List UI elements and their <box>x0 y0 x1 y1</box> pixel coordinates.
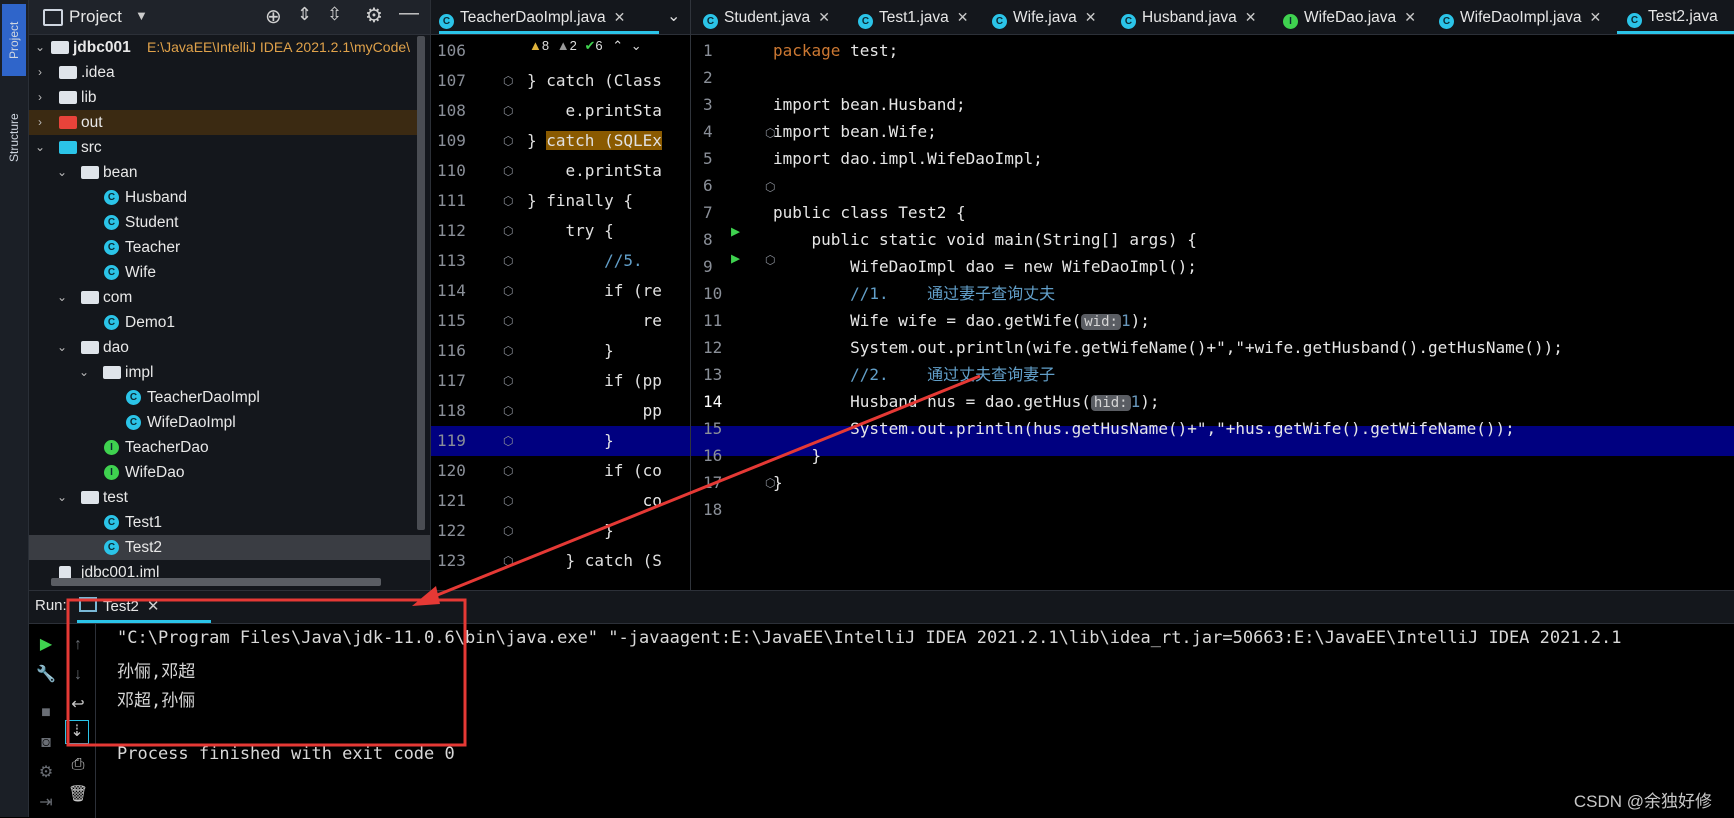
annotation-arrowhead <box>412 586 440 606</box>
annotation-arrow-line <box>424 374 981 602</box>
annotation-overlay <box>66 374 981 747</box>
annotation-rectangle <box>66 598 467 747</box>
